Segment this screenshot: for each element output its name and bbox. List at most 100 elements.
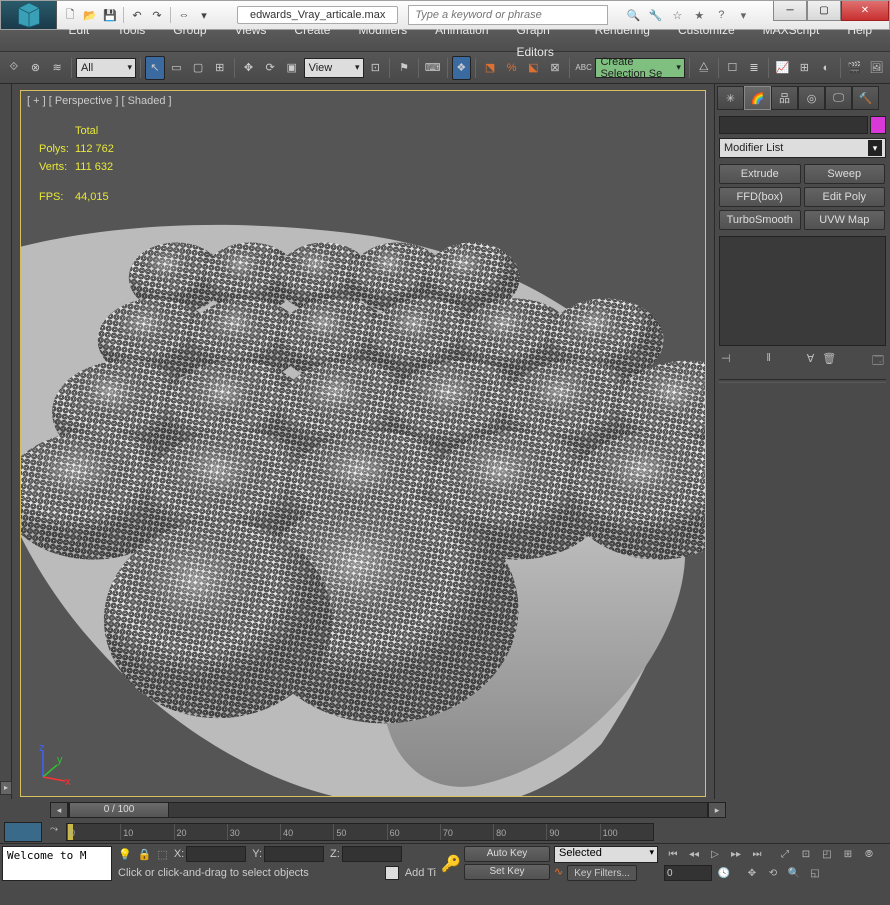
modifier-ffd-box--button[interactable]: FFD(box) bbox=[719, 187, 801, 207]
edged-faces-icon[interactable]: ⊠ bbox=[545, 56, 565, 80]
sel-lock-icon[interactable]: ⬚ bbox=[157, 848, 167, 861]
angle-snap-icon[interactable]: ⬔ bbox=[480, 56, 500, 80]
schematic-icon[interactable]: ⊞ bbox=[795, 56, 815, 80]
y-coord-input[interactable] bbox=[264, 846, 324, 862]
viewport-label[interactable]: [ + ] [ Perspective ] [ Shaded ] bbox=[27, 95, 172, 107]
mini-curve-editor-icon[interactable]: ⤳ bbox=[46, 824, 62, 840]
left-dock-gutter[interactable]: ▸ bbox=[0, 84, 12, 799]
key-step-icon[interactable]: ⦾ bbox=[860, 846, 878, 862]
goto-end-icon[interactable]: ⏭ bbox=[748, 846, 766, 862]
named-selection-dropdown[interactable]: Create Selection Se bbox=[595, 58, 684, 78]
snap-toggle-icon[interactable]: ❖ bbox=[452, 56, 472, 80]
utilities-tab-icon[interactable]: 🔨 bbox=[852, 86, 879, 110]
lock-icon[interactable]: 🔒 bbox=[138, 848, 152, 861]
ref-coord-dropdown[interactable]: View bbox=[304, 58, 364, 78]
z-coord-input[interactable] bbox=[342, 846, 402, 862]
select-object-icon[interactable]: ↖ bbox=[145, 56, 165, 80]
arc-rotate-icon[interactable]: ⟲ bbox=[764, 865, 782, 881]
key-filters-button[interactable]: Key Filters... bbox=[567, 865, 637, 881]
max-toggle-icon[interactable]: ◱ bbox=[806, 865, 824, 881]
zoom-icon[interactable]: 🔍 bbox=[785, 865, 803, 881]
nav-icon4[interactable]: ⊞ bbox=[839, 846, 857, 862]
modifier-turbosmooth-button[interactable]: TurboSmooth bbox=[719, 210, 801, 230]
x-label: X: bbox=[174, 848, 184, 860]
editable-mesh-icon[interactable]: ABC bbox=[574, 56, 594, 80]
play-icon[interactable]: ▷ bbox=[706, 846, 724, 862]
playback-controls: ⏮ ◂◂ ▷ ▸▸ ⏭ ⤢ ⊡ ◰ ⊞ ⦾ 🕓 ✥ ⟲ 🔍 ◱ bbox=[660, 844, 890, 883]
pan-icon[interactable]: ✥ bbox=[743, 865, 761, 881]
modifier-sweep-button[interactable]: Sweep bbox=[804, 164, 886, 184]
unlink-icon[interactable]: ⊗ bbox=[26, 56, 46, 80]
bind-spacewarp-icon[interactable]: ≋ bbox=[47, 56, 67, 80]
spinner-snap-icon[interactable]: ⬕ bbox=[524, 56, 544, 80]
layers-icon[interactable]: ≣ bbox=[744, 56, 764, 80]
set-key-button[interactable]: Set Key bbox=[464, 864, 550, 880]
time-tag-toggle[interactable] bbox=[385, 866, 399, 880]
material-editor-icon[interactable]: ◐ bbox=[816, 56, 836, 80]
current-frame-input[interactable] bbox=[664, 865, 712, 881]
next-frame-icon[interactable]: ▸▸ bbox=[727, 846, 745, 862]
svg-text:x: x bbox=[65, 776, 71, 785]
expand-toolbar-icon[interactable]: ▸ bbox=[0, 781, 12, 795]
key-mode-icon[interactable]: 🔑 bbox=[440, 854, 462, 874]
pin-stack-icon[interactable]: ⊣ bbox=[721, 352, 731, 371]
show-end-result-icon[interactable]: ‖ bbox=[766, 352, 771, 371]
display-tab-icon[interactable]: 🖵 bbox=[825, 86, 852, 110]
make-unique-icon[interactable]: ∀ bbox=[807, 352, 815, 371]
nav-icon1[interactable]: ⤢ bbox=[776, 846, 794, 862]
motion-tab-icon[interactable]: ◎ bbox=[798, 86, 825, 110]
modify-tab-icon[interactable]: 🌈 bbox=[744, 86, 771, 110]
add-time-tag-button[interactable]: Add Ti bbox=[405, 867, 436, 879]
select-link-icon[interactable]: ⟐ bbox=[4, 56, 24, 80]
key-mode-dropdown[interactable]: Selected bbox=[554, 846, 658, 863]
remove-modifier-icon[interactable]: 🗑 bbox=[822, 352, 836, 371]
rotate-icon[interactable]: ⟳ bbox=[260, 56, 280, 80]
nav-icon3[interactable]: ◰ bbox=[818, 846, 836, 862]
render-setup-icon[interactable]: 🎬 bbox=[845, 56, 865, 80]
align-icon[interactable]: ☐ bbox=[723, 56, 743, 80]
goto-start-icon[interactable]: ⏮ bbox=[664, 846, 682, 862]
modifier-list-dropdown[interactable]: Modifier List bbox=[719, 138, 886, 158]
time-next-icon[interactable]: ▸ bbox=[708, 802, 726, 818]
app-menu-button[interactable] bbox=[1, 1, 57, 29]
window-crossing-icon[interactable]: ⊞ bbox=[210, 56, 230, 80]
mirror-icon[interactable]: ⧋ bbox=[694, 56, 714, 80]
modifier-stack[interactable] bbox=[719, 236, 886, 346]
modifier-edit-poly-button[interactable]: Edit Poly bbox=[804, 187, 886, 207]
key-filters-curve-icon[interactable]: ∿ bbox=[554, 865, 563, 881]
z-label: Z: bbox=[330, 848, 340, 860]
modifier-uvw-map-button[interactable]: UVW Map bbox=[804, 210, 886, 230]
tick-90: 90 bbox=[546, 824, 599, 840]
select-manipulate-icon[interactable]: ⚑ bbox=[394, 56, 414, 80]
configure-sets-icon[interactable]: 🗔 bbox=[872, 352, 884, 371]
time-slider[interactable]: 0 / 100 bbox=[68, 802, 708, 818]
percent-snap-icon[interactable]: % bbox=[502, 56, 522, 80]
modifier-extrude-button[interactable]: Extrude bbox=[719, 164, 801, 184]
bulb-icon[interactable]: 💡 bbox=[118, 848, 132, 861]
x-coord-input[interactable] bbox=[186, 846, 246, 862]
time-prev-icon[interactable]: ◂ bbox=[50, 802, 68, 818]
trackbar-box[interactable] bbox=[4, 822, 42, 842]
render-frame-icon[interactable]: 🖼 bbox=[866, 56, 886, 80]
move-icon[interactable]: ✥ bbox=[239, 56, 259, 80]
time-config-icon[interactable]: 🕓 bbox=[715, 865, 733, 881]
tick-50: 50 bbox=[333, 824, 386, 840]
select-region-rect-icon[interactable]: ▢ bbox=[188, 56, 208, 80]
maxscript-listener[interactable]: Welcome to M bbox=[2, 846, 112, 881]
scale-icon[interactable]: ▣ bbox=[282, 56, 302, 80]
use-center-icon[interactable]: ⊡ bbox=[366, 56, 386, 80]
hierarchy-tab-icon[interactable]: 品 bbox=[771, 86, 798, 110]
curve-editor-icon[interactable]: 📈 bbox=[773, 56, 793, 80]
selection-filter-dropdown[interactable]: All bbox=[76, 58, 136, 78]
nav-icon2[interactable]: ⊡ bbox=[797, 846, 815, 862]
time-slider-thumb[interactable]: 0 / 100 bbox=[69, 802, 169, 818]
keyboard-shortcut-icon[interactable]: ⌨ bbox=[423, 56, 443, 80]
prev-frame-icon[interactable]: ◂◂ bbox=[685, 846, 703, 862]
select-name-icon[interactable]: ▭ bbox=[167, 56, 187, 80]
object-name-input[interactable] bbox=[719, 116, 868, 134]
track-ruler[interactable]: 0102030405060708090100 bbox=[66, 823, 654, 841]
perspective-viewport[interactable]: [ + ] [ Perspective ] [ Shaded ] Total P… bbox=[20, 90, 706, 797]
object-color-swatch[interactable] bbox=[870, 116, 886, 134]
auto-key-button[interactable]: Auto Key bbox=[464, 846, 550, 862]
create-tab-icon[interactable]: ✳ bbox=[717, 86, 744, 110]
